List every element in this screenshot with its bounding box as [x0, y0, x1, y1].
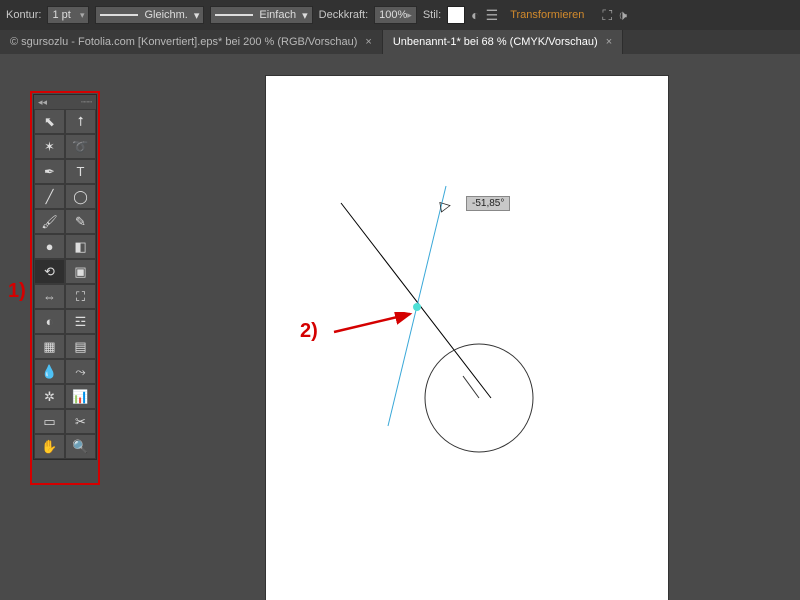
chevron-down-icon: ▾ — [302, 9, 308, 22]
paintbrush-tool[interactable]: 🖌 — [34, 209, 65, 234]
close-icon[interactable]: × — [365, 36, 371, 48]
perspective-grid-tool[interactable]: ☲ — [65, 309, 96, 334]
pen-tool[interactable]: ✒ — [34, 159, 65, 184]
blend-tool[interactable]: ⤳ — [65, 359, 96, 384]
rotate-tool[interactable]: ⟲ — [34, 259, 65, 284]
stroke-weight-value: 1 pt — [52, 9, 70, 21]
zoom-tool[interactable]: 🔍 — [65, 434, 96, 459]
graphic-style-swatch[interactable] — [447, 6, 465, 24]
symbol-sprayer-tool[interactable]: ✲ — [34, 384, 65, 409]
annotation-arrow-icon — [332, 312, 422, 342]
anchor-point — [413, 303, 421, 311]
grip-dots-icon: ┈┈ — [81, 97, 92, 108]
angle-tooltip: -51,85° — [466, 196, 510, 211]
tab-label: Unbenannt-1* bei 68 % (CMYK/Vorschau) — [393, 36, 598, 48]
canvas-svg — [266, 76, 668, 600]
selection-tool[interactable]: ⬉ — [34, 109, 65, 134]
art-line — [341, 203, 491, 398]
shape-builder-tool[interactable]: ◐ — [34, 309, 65, 334]
tools-panel: ◂◂ ┈┈ ⬉⭡✶➰✒T╱◯🖌✎●◧⟲▣⇔⛶◐☲▦▤💧⤳✲📊▭✂✋🔍 — [33, 94, 97, 460]
eraser-tool[interactable]: ◧ — [65, 234, 96, 259]
tab-unbenannt-document[interactable]: Unbenannt-1* bei 68 % (CMYK/Vorschau) × — [383, 30, 623, 54]
slice-tool[interactable]: ✂ — [65, 409, 96, 434]
scale-tool[interactable]: ▣ — [65, 259, 96, 284]
blob-brush-tool[interactable]: ● — [34, 234, 65, 259]
line-sample-icon — [215, 14, 253, 16]
gradient-tool[interactable]: ▤ — [65, 334, 96, 359]
document-tab-bar: © sgursozlu - Fotolia.com [Konvertiert].… — [0, 30, 800, 54]
tab-fotolia-document[interactable]: © sgursozlu - Fotolia.com [Konvertiert].… — [0, 30, 383, 54]
line-sample-icon — [100, 14, 138, 16]
type-tool[interactable]: T — [65, 159, 96, 184]
column-graph-tool[interactable]: 📊 — [65, 384, 96, 409]
direct-selection-tool[interactable]: ⭡ — [65, 109, 96, 134]
artboard[interactable] — [266, 76, 668, 600]
stroke-weight-input[interactable]: 1 pt ▾ — [47, 6, 89, 24]
lasso-tool[interactable]: ➰ — [65, 134, 96, 159]
pencil-tool[interactable]: ✎ — [65, 209, 96, 234]
line-tool[interactable]: ╱ — [34, 184, 65, 209]
variable-width-dropdown[interactable]: Gleichm. ▾ — [95, 6, 204, 24]
annotation-1-label: 1) — [8, 280, 26, 303]
collapse-icon[interactable]: ◂◂ — [38, 97, 47, 108]
tab-label: © sgursozlu - Fotolia.com [Konvertiert].… — [10, 36, 357, 48]
transform-panel-link[interactable]: Transformieren — [504, 7, 590, 23]
chevron-down-icon: ▸ — [407, 10, 412, 21]
options-bar: Kontur: 1 pt ▾ Gleichm. ▾ Einfach ▾ Deckkra… — [0, 0, 800, 30]
recolor-icon[interactable]: ◐ — [471, 7, 479, 23]
chevron-down-icon: ▾ — [194, 9, 200, 22]
hand-tool[interactable]: ✋ — [34, 434, 65, 459]
isolate-icon[interactable]: ⛶ — [602, 7, 612, 24]
brush-def-value: Einfach — [259, 9, 296, 21]
speaker-mute-icon[interactable]: 🕩 — [618, 7, 627, 24]
panel-grip[interactable]: ◂◂ ┈┈ — [34, 95, 96, 109]
mesh-tool[interactable]: ▦ — [34, 334, 65, 359]
eyedropper-tool[interactable]: 💧 — [34, 359, 65, 384]
magic-wand-tool[interactable]: ✶ — [34, 134, 65, 159]
free-transform-tool[interactable]: ⛶ — [65, 284, 96, 309]
artboard-tool[interactable]: ▭ — [34, 409, 65, 434]
stroke-label: Kontur: — [6, 9, 41, 21]
brush-def-dropdown[interactable]: Einfach ▾ — [210, 6, 312, 24]
opacity-label: Deckkraft: — [319, 9, 369, 21]
width-tool[interactable]: ⇔ — [34, 284, 65, 309]
align-icon[interactable]: ☰ — [486, 7, 499, 24]
close-icon[interactable]: × — [606, 36, 612, 48]
opacity-value: 100% — [379, 9, 407, 21]
opacity-input[interactable]: 100%▸ — [374, 6, 417, 24]
style-label: Stil: — [423, 9, 441, 21]
annotation-2-label: 2) — [300, 320, 318, 343]
variable-width-value: Gleichm. — [144, 9, 187, 21]
chevron-down-icon: ▾ — [80, 10, 85, 21]
ellipse-tool[interactable]: ◯ — [65, 184, 96, 209]
